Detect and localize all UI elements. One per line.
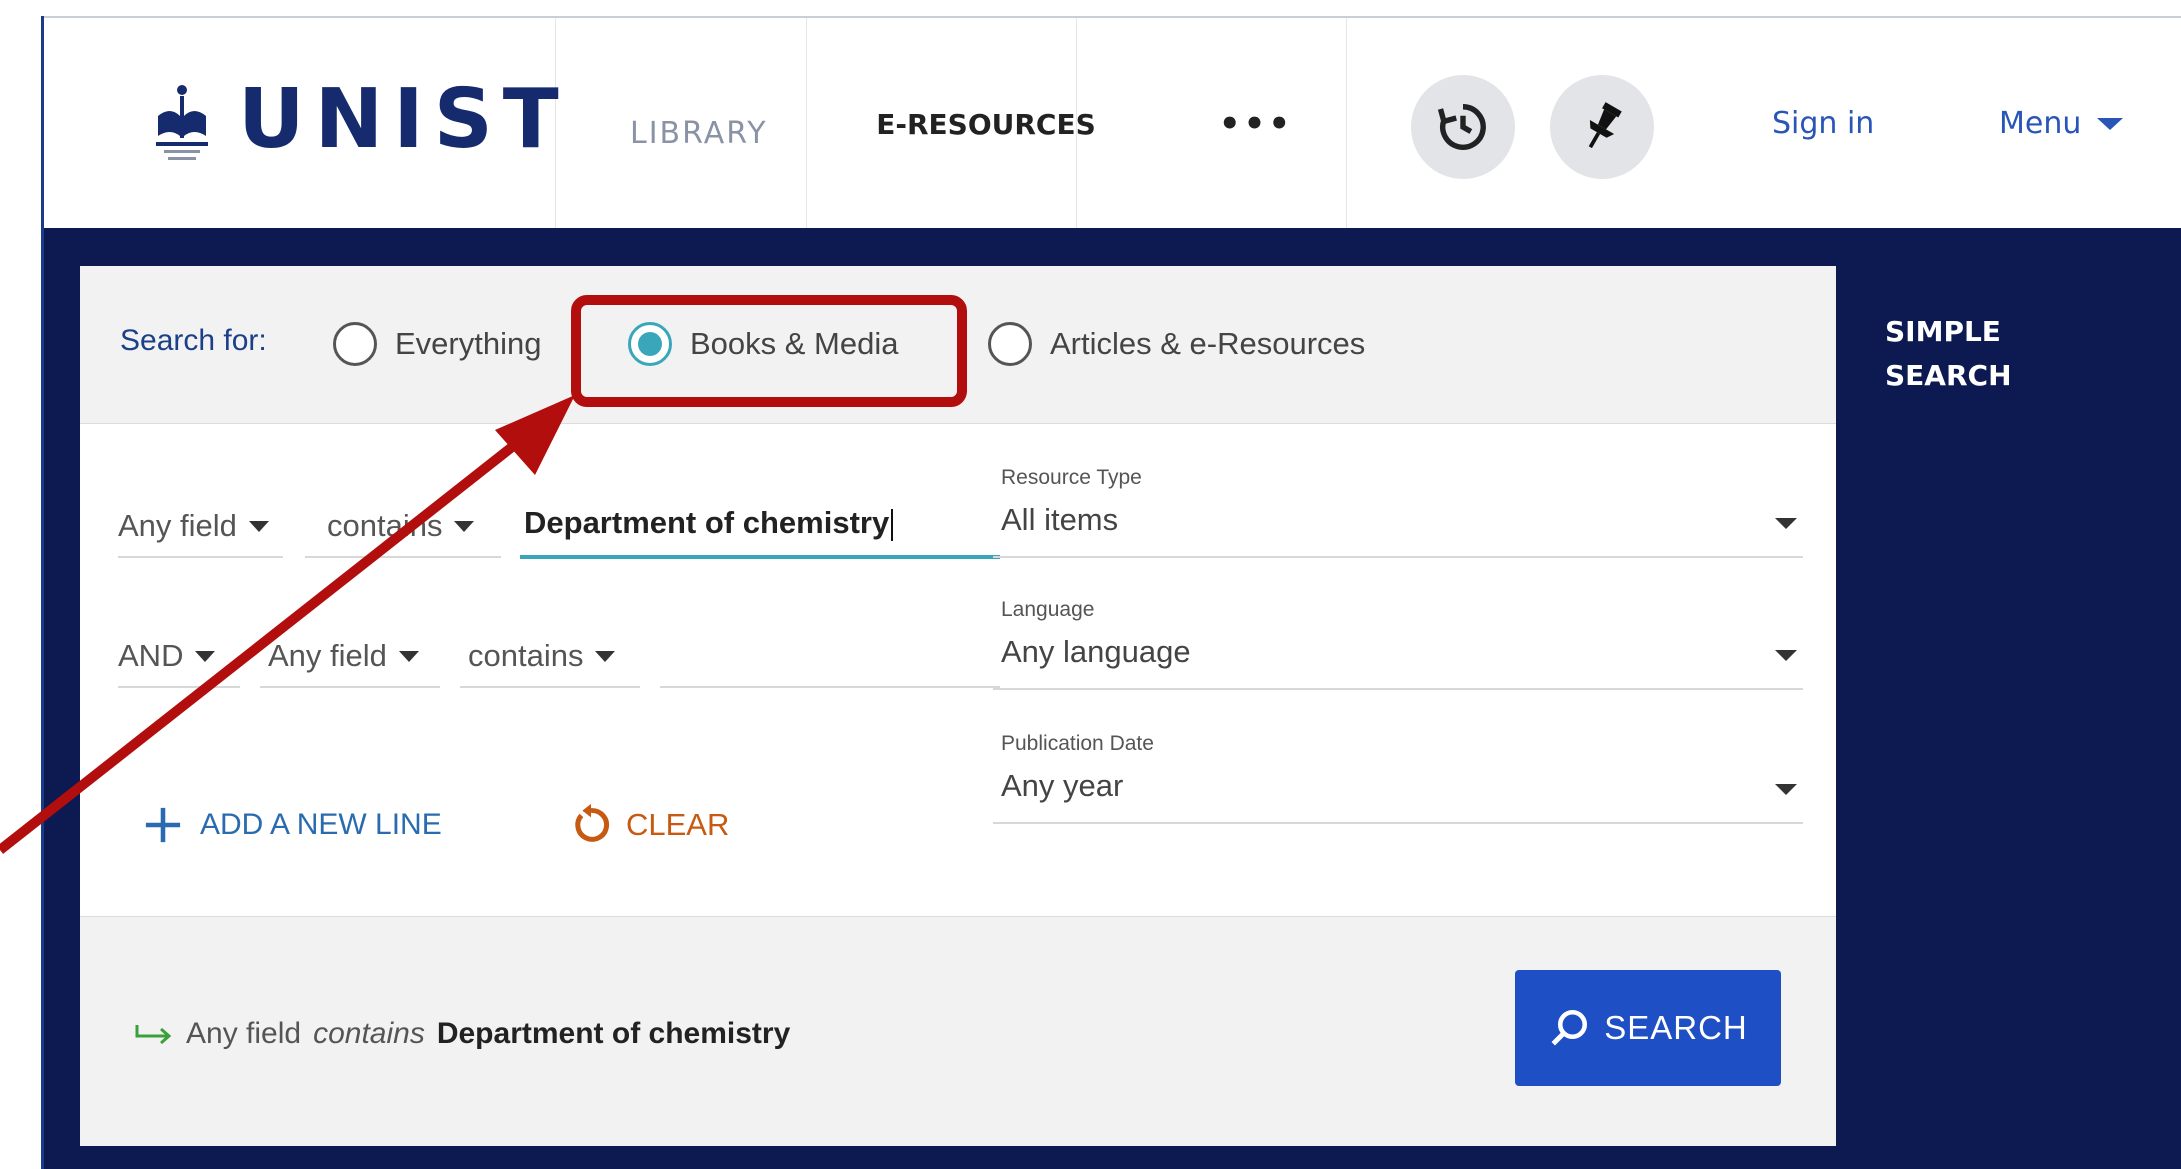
search-history-button[interactable]: [1411, 75, 1515, 179]
resource-type-value: All items: [1001, 502, 1119, 537]
menu-label: Menu: [1999, 106, 2082, 141]
search-term-input-row2[interactable]: [660, 626, 1000, 688]
menu-dropdown[interactable]: Menu: [1999, 106, 2124, 141]
summary-field: Any field: [186, 1017, 302, 1050]
language-label: Language: [1001, 598, 1095, 621]
library-emblem-icon: [156, 85, 208, 160]
radio-button[interactable]: [988, 322, 1032, 366]
sign-in-link[interactable]: Sign in: [1772, 106, 1874, 141]
scope-radio-everything[interactable]: Everything: [333, 322, 541, 366]
search-for-label: Search for:: [120, 324, 267, 357]
publication-date-select[interactable]: Publication Date Any year: [993, 732, 1803, 824]
logo-subtitle: LIBRARY: [630, 116, 768, 151]
radio-button[interactable]: [333, 322, 377, 366]
scope-label: Everything: [395, 326, 542, 361]
query-summary: Any field contains Department of chemist…: [134, 1017, 790, 1051]
pin-icon: [1588, 102, 1622, 149]
language-value: Any language: [1001, 634, 1191, 669]
language-select[interactable]: Language Any language: [993, 598, 1803, 690]
nav-more-button[interactable]: •••: [1121, 18, 1391, 230]
caret-down-icon: [1775, 650, 1797, 661]
summary-operator: contains: [313, 1017, 425, 1050]
header-divider: [806, 18, 807, 230]
publication-date-label: Publication Date: [1001, 732, 1154, 755]
logo-wordmark: UNIST: [238, 72, 569, 167]
arrow-right-hook-icon: [135, 1025, 172, 1045]
text-cursor: [891, 508, 894, 541]
search-button-label: SEARCH: [1604, 1009, 1748, 1046]
resource-type-label: Resource Type: [1001, 466, 1142, 489]
unist-library-logo[interactable]: UNIST LIBRARY: [150, 68, 766, 188]
caret-down-icon: [1775, 518, 1797, 529]
caret-down-icon: [1775, 784, 1797, 795]
scope-radio-articles[interactable]: Articles & e-Resources: [988, 322, 1365, 366]
query-summary-bar: Any field contains Department of chemist…: [80, 916, 1836, 1146]
pinned-items-button[interactable]: [1550, 75, 1654, 179]
search-button[interactable]: SEARCH: [1515, 970, 1781, 1086]
simple-search-link[interactable]: SIMPLE SEARCH: [1885, 310, 2045, 398]
annotation-arrow: [0, 395, 575, 854]
clear-label: CLEAR: [626, 807, 730, 842]
scope-label: Articles & e-Resources: [1050, 326, 1366, 361]
chevron-down-icon: [2097, 117, 2124, 130]
search-icon: [1551, 1009, 1588, 1046]
resource-type-select[interactable]: Resource Type All items: [993, 466, 1803, 558]
history-icon: [1437, 104, 1486, 150]
top-header: UNIST LIBRARY E-RESOURCES ••• Sign in Me…: [44, 16, 2181, 230]
annotation-highlight-box: [571, 295, 967, 407]
nav-e-resources[interactable]: E-RESOURCES: [851, 18, 1121, 230]
summary-value: Department of chemistry: [436, 1017, 791, 1050]
publication-date-value: Any year: [1001, 768, 1124, 803]
